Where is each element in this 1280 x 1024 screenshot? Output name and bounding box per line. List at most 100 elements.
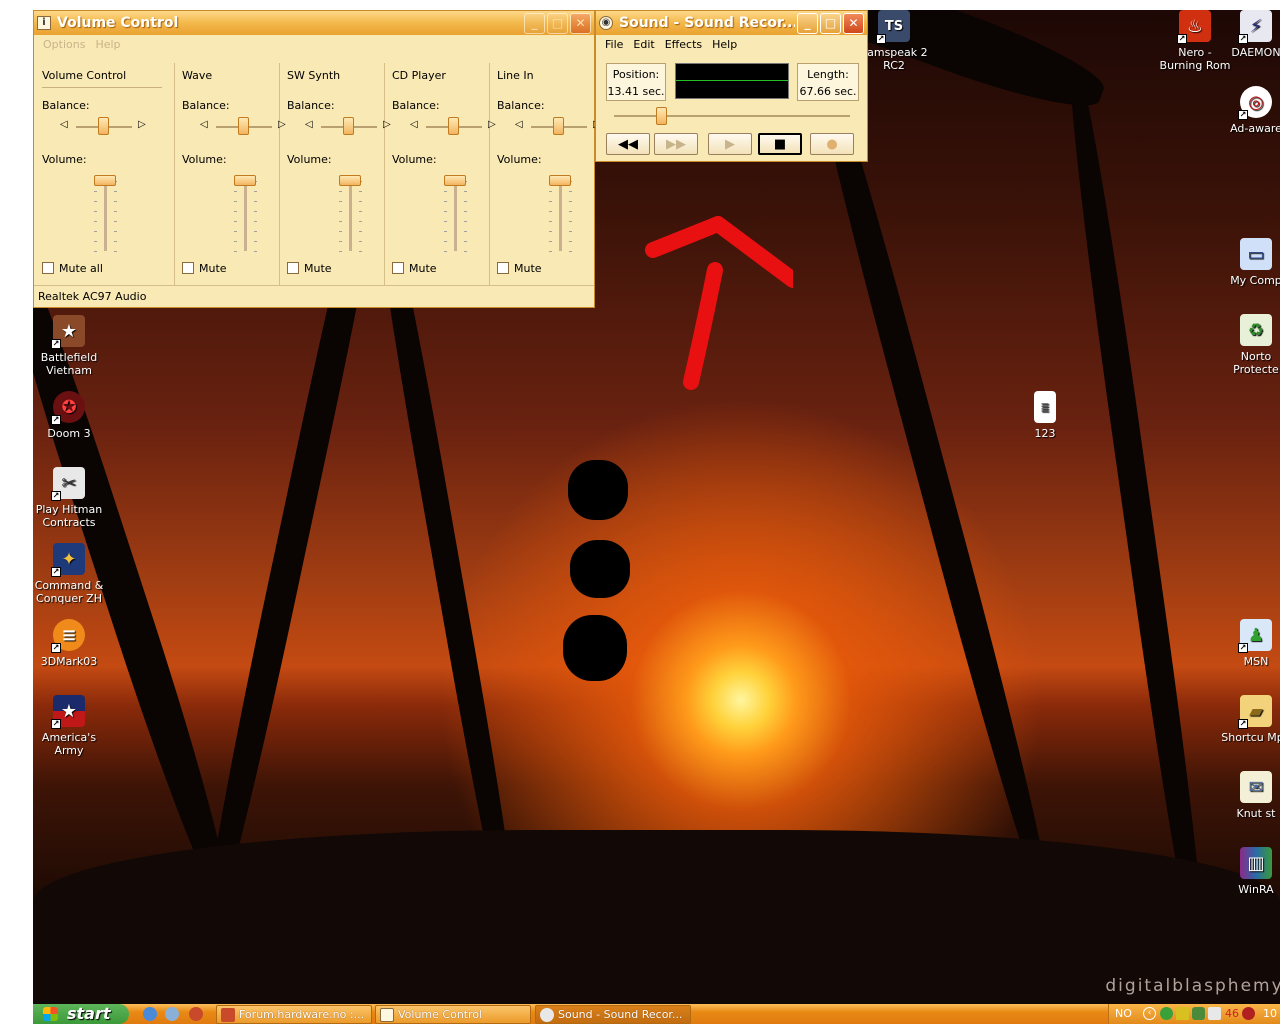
pentagram-icon: ✪ ↗ xyxy=(51,391,85,425)
speaker-right-icon: ▷ xyxy=(138,119,146,130)
taskbar-task-sound-recorder[interactable]: Sound - Sound Recor... xyxy=(535,1005,691,1024)
volume-control-window[interactable]: i Volume Control _ □ ✕ Options Help Volu… xyxy=(33,10,601,308)
volume-label: Volume: xyxy=(182,153,227,166)
desktop-icon-battlefield-vietnam[interactable]: ★ ↗ Battlefield Vietnam xyxy=(33,315,107,377)
c-tray-icon[interactable] xyxy=(1208,1007,1221,1020)
column-name: SW Synth xyxy=(287,69,341,82)
volume-track[interactable] xyxy=(559,177,562,251)
rewind-button[interactable]: ◀◀ xyxy=(606,133,650,155)
mute-label: Mute xyxy=(409,262,437,275)
volume-slider-thumb[interactable] xyxy=(444,175,466,186)
stop-button[interactable]: ■ xyxy=(758,133,802,155)
menu-help[interactable]: Help xyxy=(95,38,120,51)
desktop-icon-my-computer[interactable]: ▭ My Comp xyxy=(1218,238,1280,287)
speaker-app-icon: i xyxy=(37,16,51,30)
volume-slider-thumb[interactable] xyxy=(549,175,571,186)
tick-mark xyxy=(94,221,97,222)
taskbar-task-volume-control[interactable]: Volume Control xyxy=(375,1005,531,1024)
desktop-icon-knut[interactable]: ✉ Knut st xyxy=(1218,771,1280,820)
task-label: Sound - Sound Recor... xyxy=(558,1008,683,1021)
msn-tray-icon[interactable] xyxy=(1192,1007,1205,1020)
menu-effects[interactable]: Effects xyxy=(665,38,702,51)
menu-edit[interactable]: Edit xyxy=(633,38,654,51)
text-document-icon: ≣ xyxy=(1034,391,1056,423)
mute-checkbox[interactable] xyxy=(42,262,54,274)
close-button[interactable]: ✕ xyxy=(570,12,591,34)
play-button[interactable]: ▶ xyxy=(708,133,752,155)
record-button[interactable]: ● xyxy=(810,133,854,155)
position-display: Position: 13.41 sec. xyxy=(606,63,666,101)
desktop-icon-americas-army[interactable]: ★ ↗ America's Army xyxy=(33,695,107,757)
mute-checkbox[interactable] xyxy=(182,262,194,274)
volume-track[interactable] xyxy=(349,177,352,251)
minimize-button[interactable]: _ xyxy=(524,12,545,34)
fast-forward-button[interactable]: ▶▶ xyxy=(654,133,698,155)
mute-checkbox[interactable] xyxy=(497,262,509,274)
desktop-icon-daemon[interactable]: ⚡ ↗ DAEMON xyxy=(1218,10,1280,59)
volume-label: Volume: xyxy=(392,153,437,166)
desktop-icon-doom3[interactable]: ✪ ↗ Doom 3 xyxy=(33,391,107,440)
internet-explorer-icon[interactable] xyxy=(143,1007,157,1021)
volume-slider-thumb[interactable] xyxy=(234,175,256,186)
balance-slider-thumb[interactable] xyxy=(448,117,459,135)
balance-label: Balance: xyxy=(497,99,545,112)
folder-icon: ▰ ↗ xyxy=(1238,695,1272,729)
language-indicator[interactable]: NO xyxy=(1115,1004,1132,1024)
speaker-left-icon: ◁ xyxy=(60,119,68,130)
msn-buddy-icon: ♟ ↗ xyxy=(1238,619,1272,653)
opera-icon[interactable] xyxy=(189,1007,203,1021)
wallpaper-watermark: digitalblasphemy.c xyxy=(1105,976,1280,996)
chevron-left-icon[interactable]: ‹ xyxy=(1143,1007,1156,1020)
desktop-icon-adaware[interactable]: ◎ ↗ Ad-aware xyxy=(1218,86,1280,135)
desktop-icon-winrar[interactable]: ▥ WinRA xyxy=(1218,847,1280,896)
maximize-button[interactable]: □ xyxy=(547,12,568,34)
balance-slider-thumb[interactable] xyxy=(343,117,354,135)
balance-slider-thumb[interactable] xyxy=(98,117,109,135)
desktop-icon-3dmark03[interactable]: ≡ ↗ 3DMark03 xyxy=(33,619,107,668)
desktop-icon-shortcut-mp3[interactable]: ▰↗ Shortcu Mp3 xyxy=(1218,695,1280,744)
desktop-icon-norton[interactable]: ♻ Norto Protecte xyxy=(1218,314,1280,376)
menu-options[interactable]: Options xyxy=(43,38,85,51)
desktop-icon-command-conquer[interactable]: ✦ ↗ Command & Conquer ZH xyxy=(33,543,107,605)
palm-silhouette xyxy=(1060,62,1214,958)
divider xyxy=(42,87,162,88)
tick-mark xyxy=(359,241,362,242)
desktop-icon-label: Shortcu Mp3 xyxy=(1221,731,1280,744)
network-icon[interactable] xyxy=(1160,1007,1173,1020)
zonealarm-icon[interactable] xyxy=(1176,1007,1189,1020)
volume-track[interactable] xyxy=(454,177,457,251)
maximize-button[interactable]: □ xyxy=(820,12,841,34)
mute-checkbox[interactable] xyxy=(392,262,404,274)
tick-mark xyxy=(339,201,342,202)
mute-checkbox[interactable] xyxy=(287,262,299,274)
balance-slider-thumb[interactable] xyxy=(238,117,249,135)
volume-control-menubar: Options Help xyxy=(34,35,594,53)
close-button[interactable]: ✕ xyxy=(843,12,864,34)
sound-recorder-window[interactable]: ◉ Sound - Sound Recor... _ □ ✕ File Edit… xyxy=(595,10,868,162)
volume-label: Volume: xyxy=(42,153,87,166)
length-display: Length: 67.66 sec. xyxy=(797,63,859,101)
menu-help[interactable]: Help xyxy=(712,38,737,51)
menu-file[interactable]: File xyxy=(605,38,623,51)
desktop-icon-hitman[interactable]: ✂ ↗ Play Hitman Contracts xyxy=(33,467,107,529)
volume-track[interactable] xyxy=(244,177,247,251)
seek-track[interactable] xyxy=(614,115,850,117)
browser-refresh-icon[interactable] xyxy=(165,1007,179,1021)
clock[interactable]: 10 xyxy=(1263,1004,1277,1024)
task-label: Forum.hardware.no :... xyxy=(239,1008,365,1021)
volume-track[interactable] xyxy=(104,177,107,251)
start-button[interactable]: start xyxy=(33,1004,129,1024)
balance-slider-thumb[interactable] xyxy=(553,117,564,135)
seek-slider-thumb[interactable] xyxy=(655,107,667,125)
antivirus-tray-icon[interactable] xyxy=(1242,1007,1255,1020)
taskbar-task-forum[interactable]: Forum.hardware.no :... xyxy=(216,1005,372,1024)
volume-control-titlebar[interactable]: i Volume Control _ □ ✕ xyxy=(34,11,594,35)
desktop-icon-123[interactable]: ≣ 123 xyxy=(1007,391,1083,440)
sound-recorder-titlebar[interactable]: ◉ Sound - Sound Recor... _ □ ✕ xyxy=(596,11,867,35)
volume-slider-thumb[interactable] xyxy=(339,175,361,186)
column-name: Line In xyxy=(497,69,534,82)
minimize-button[interactable]: _ xyxy=(797,12,818,34)
desktop-icon-msn[interactable]: ♟ ↗ MSN xyxy=(1218,619,1280,668)
tick-mark xyxy=(444,251,447,252)
volume-slider-thumb[interactable] xyxy=(94,175,116,186)
